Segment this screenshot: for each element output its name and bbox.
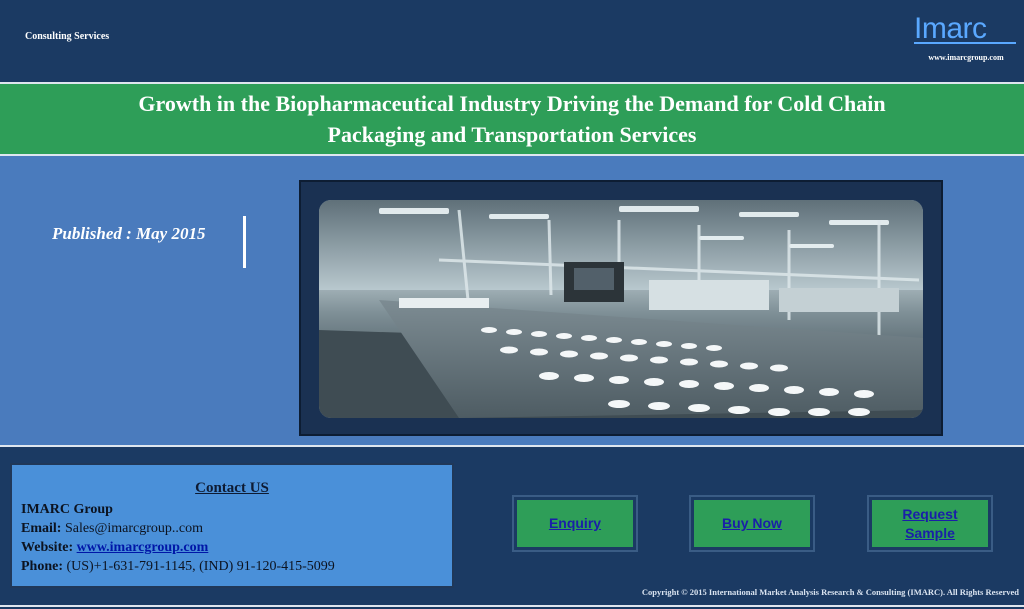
footer-divider (0, 605, 1024, 607)
enquiry-button[interactable]: Enquiry (512, 495, 638, 552)
title-bar: Growth in the Biopharmaceutical Industry… (0, 84, 1024, 154)
pharma-production-line-image (319, 200, 923, 418)
website-label: Website: (21, 540, 74, 555)
title-line-1: Growth in the Biopharmaceutical Industry… (138, 91, 886, 116)
buy-now-button[interactable]: Buy Now (689, 495, 815, 552)
photo-frame (299, 180, 943, 436)
email-line: Email: Sales@imarcgroup..com (21, 521, 203, 537)
header-website[interactable]: www.imarcgroup.com (914, 53, 1018, 62)
middle-band: Published : May 2015 (0, 156, 1024, 445)
published-bar (243, 216, 246, 268)
logo-underline (914, 42, 1016, 44)
phone-label: Phone: (21, 559, 63, 574)
company-name: IMARC Group (21, 502, 113, 518)
phone-line: Phone: (US)+1-631-791-1145, (IND) 91-120… (21, 559, 335, 575)
contact-box: Contact US IMARC Group Email: Sales@imar… (10, 463, 454, 588)
header: Consulting Services Imarc www.imarcgroup… (0, 0, 1024, 82)
imarc-logo[interactable]: Imarc (914, 12, 987, 46)
website-line: Website: www.imarcgroup.com (21, 540, 208, 556)
contact-heading[interactable]: Contact US (12, 480, 452, 497)
email-label: Email: (21, 521, 62, 536)
title-line-2: Packaging and Transportation Services (327, 122, 697, 147)
tagline: Consulting Services (25, 31, 110, 42)
request-sample-button[interactable]: Request Sample (867, 495, 993, 552)
company-label: IMARC Group (21, 502, 113, 517)
copyright-text: Copyright © 2015 International Market An… (641, 587, 1019, 597)
published-date: Published : May 2015 (52, 224, 206, 243)
phone-value: (US)+1-631-791-1145, (IND) 91-120-415-50… (66, 559, 335, 574)
email-value[interactable]: Sales@imarcgroup..com (65, 521, 203, 536)
page-title: Growth in the Biopharmaceutical Industry… (20, 88, 1004, 150)
request-sample-line-1: Request (902, 505, 958, 522)
website-link[interactable]: www.imarcgroup.com (77, 540, 209, 555)
footer-area: Contact US IMARC Group Email: Sales@imar… (0, 447, 1024, 609)
slide: Consulting Services Imarc www.imarcgroup… (0, 0, 1024, 609)
request-sample-line-2: Sample (905, 524, 955, 541)
